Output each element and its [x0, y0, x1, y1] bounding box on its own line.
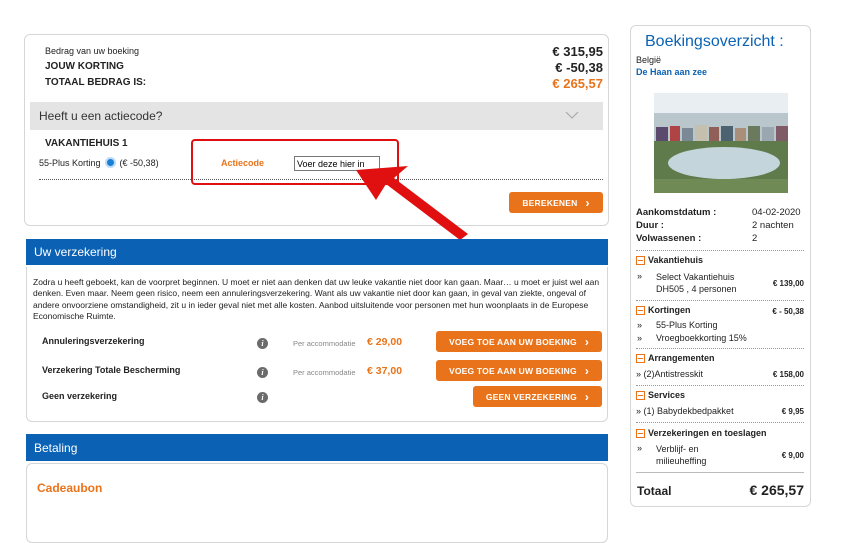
house-price: € 139,00 — [772, 279, 804, 288]
section-services: Services — [636, 390, 806, 401]
amount-label: Bedrag van uw boeking — [45, 46, 140, 56]
insurance-option-name: Verzekering Totale Bescherming — [42, 365, 181, 375]
add-insurance-button[interactable]: VOEG TOE AAN UW BOEKING › — [436, 331, 602, 352]
divider — [636, 472, 804, 473]
duration-label: Duur : — [636, 220, 664, 231]
collapse-icon[interactable] — [636, 306, 645, 316]
collapse-icon[interactable] — [636, 391, 645, 401]
collapse-icon[interactable] — [636, 354, 645, 364]
calculate-button[interactable]: BEREKENEN › — [509, 192, 603, 213]
insurance-item: Verblijf- en milieuheffing — [656, 444, 707, 466]
discount-line: 55-Plus Korting (€ -50,38) — [39, 157, 159, 168]
add-insurance-button-label: VOEG TOE AAN UW BOEKING — [448, 365, 577, 376]
discount-info-icon[interactable] — [104, 157, 116, 168]
insurance-per-label: Per accommodatie — [293, 339, 356, 348]
amount-value: € 315,95 — [552, 44, 603, 59]
section-insurances-title: Verzekeringen en toeslagen — [648, 428, 767, 438]
divider — [636, 422, 804, 423]
no-insurance-button-label: GEEN VERZEKERING — [485, 391, 577, 402]
calculate-button-label: BEREKENEN — [522, 197, 578, 208]
collapse-icon[interactable] — [636, 256, 645, 266]
insurance-fee-price: € 9,00 — [781, 451, 804, 460]
insurance-price: € 37,00 — [367, 365, 403, 377]
collapse-icon[interactable] — [636, 429, 645, 439]
action-code-header[interactable]: Heeft u een actiecode? — [30, 102, 603, 130]
section-services-title: Services — [648, 390, 686, 400]
insurance-price: € 29,00 — [367, 336, 403, 348]
list-bullet: » — [637, 333, 643, 343]
section-house: Vakantiehuis — [636, 255, 806, 266]
insurance-intro: Zodra u heeft geboekt, kan de voorpret b… — [33, 277, 600, 322]
discounts-price: € - 50,38 — [772, 307, 804, 316]
sidebar-total-value: € 265,57 — [749, 482, 805, 498]
service-item: » (1) Babydekbedpakket — [636, 406, 734, 416]
insurance-per-label: Per accommodatie — [293, 368, 356, 377]
discount-label: JOUW KORTING — [45, 61, 124, 72]
voucher-card — [26, 463, 608, 543]
arrangement-item: » (2)Antistresskit — [636, 369, 704, 379]
voucher-title: Cadeaubon — [37, 481, 103, 495]
info-icon[interactable]: i — [257, 367, 268, 378]
section-insurances: Verzekeringen en toeslagen — [636, 428, 806, 439]
service-price: € 9,95 — [781, 407, 804, 416]
payment-title-bar: Betaling — [26, 434, 608, 461]
chevron-right-icon: › — [584, 389, 590, 404]
list-bullet: » — [637, 271, 643, 281]
divider — [636, 385, 804, 386]
discount-item: 55-Plus Korting — [656, 320, 718, 330]
house-item: Select Vakantiehuis DH505 , 4 personen — [656, 272, 737, 294]
add-insurance-button[interactable]: VOEG TOE AAN UW BOEKING › — [436, 360, 602, 381]
chevron-right-icon: › — [584, 363, 590, 378]
total-label: TOTAAL BEDRAG IS: — [45, 77, 147, 88]
chevron-right-icon: › — [584, 334, 590, 349]
section-house-title: Vakantiehuis — [648, 255, 704, 265]
divider — [636, 250, 804, 251]
divider — [636, 348, 804, 349]
section-arrangements: Arrangementen — [636, 353, 806, 364]
discount-line-amount: (€ -50,38) — [119, 157, 159, 168]
discount-line-label: 55-Plus Korting — [39, 157, 101, 168]
total-value: € 265,57 — [552, 76, 603, 91]
property-photo[interactable] — [654, 93, 788, 193]
insurance-title: Uw verzekering — [34, 245, 117, 259]
adults-value: 2 — [752, 233, 758, 244]
chevron-down-icon — [565, 111, 579, 119]
sidebar-country: België — [636, 55, 662, 65]
info-icon[interactable]: i — [257, 392, 268, 403]
info-icon[interactable]: i — [257, 338, 268, 349]
list-bullet: » — [637, 320, 643, 330]
annotation-arrow-icon — [356, 166, 468, 240]
duration-value: 2 nachten — [752, 220, 794, 231]
sidebar-total-label: Totaal — [637, 484, 672, 498]
discount-value: € -50,38 — [555, 60, 603, 75]
arrival-value: 04-02-2020 — [752, 207, 801, 218]
chevron-right-icon: › — [585, 195, 590, 210]
discount-item: Vroegboekkorting 15% — [656, 333, 747, 343]
adults-label: Volwassenen : — [636, 233, 702, 244]
insurance-option-name: Geen verzekering — [42, 391, 118, 401]
insurance-title-bar: Uw verzekering — [26, 239, 608, 265]
arrangement-price: € 158,00 — [772, 370, 804, 379]
list-bullet: » — [637, 443, 643, 453]
add-insurance-button-label: VOEG TOE AAN UW BOEKING — [448, 336, 577, 347]
arrival-label: Aankomstdatum : — [636, 207, 717, 218]
payment-title: Betaling — [34, 440, 78, 455]
divider — [636, 300, 804, 301]
insurance-option-name: Annuleringsverzekering — [42, 336, 145, 346]
sidebar-location[interactable]: De Haan aan zee — [636, 67, 707, 77]
house-title: VAKANTIEHUIS 1 — [45, 138, 128, 149]
no-insurance-button[interactable]: GEEN VERZEKERING › — [473, 386, 602, 407]
section-arrangements-title: Arrangementen — [648, 353, 715, 363]
section-discounts-title: Kortingen — [648, 305, 691, 315]
sidebar-title: Boekingsoverzicht : — [645, 33, 784, 50]
action-code-header-label: Heeft u een actiecode? — [39, 109, 163, 123]
